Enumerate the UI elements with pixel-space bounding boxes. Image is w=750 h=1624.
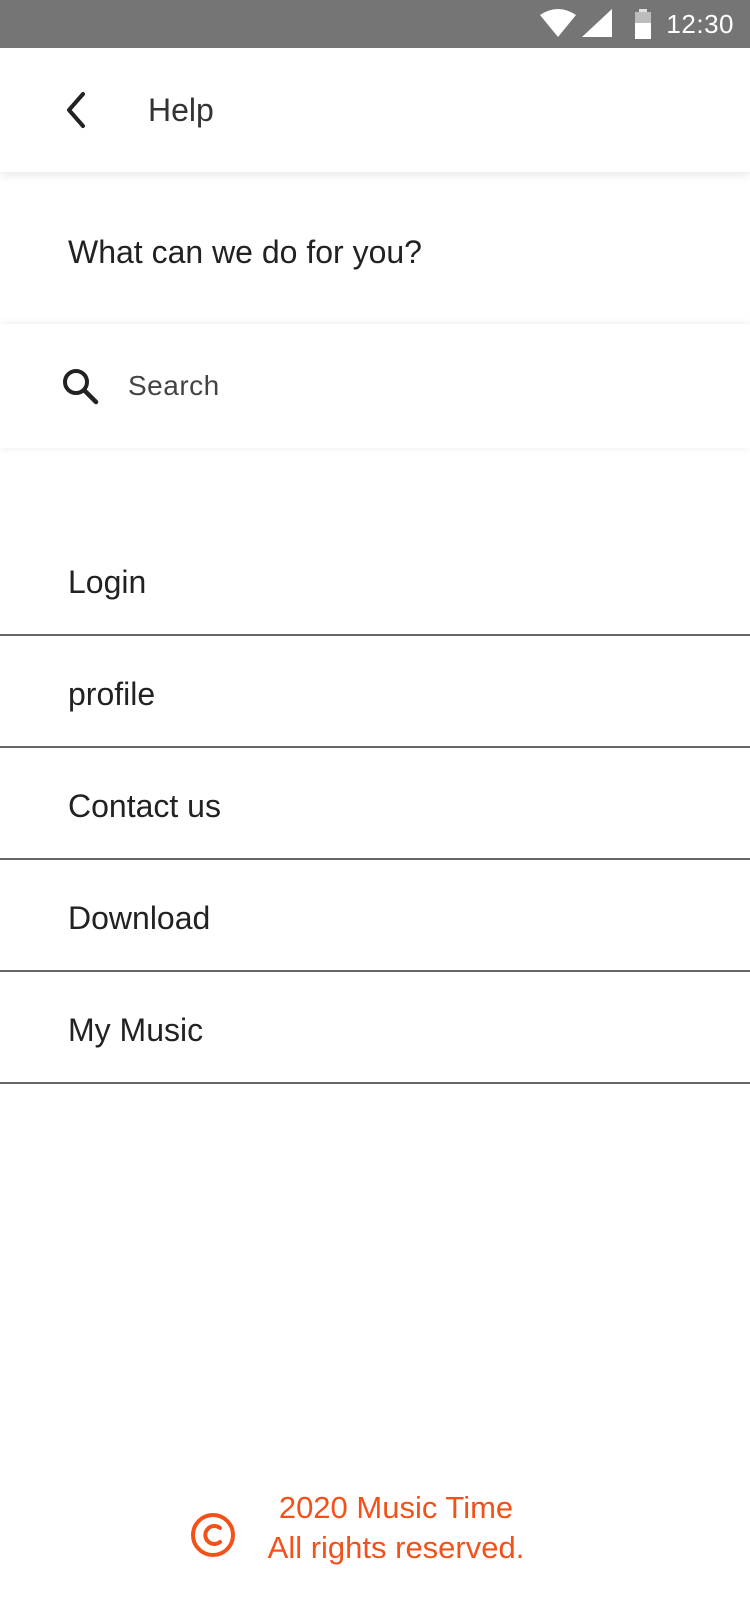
page-title: Help [148, 92, 214, 128]
chevron-left-icon [67, 92, 85, 128]
footer-text: 2020 Music Time All rights reserved. [246, 1488, 546, 1568]
help-item-download[interactable]: Download [0, 860, 750, 972]
help-prompt: What can we do for you? [68, 234, 422, 270]
help-item-profile[interactable]: profile [0, 636, 750, 748]
help-item-label: My Music [68, 1012, 204, 1048]
status-time: 12:30 [666, 8, 734, 39]
help-item-contact-us[interactable]: Contact us [0, 748, 750, 860]
help-item-login[interactable]: Login [0, 524, 750, 636]
help-item-label: Contact us [68, 788, 221, 824]
battery-icon [635, 9, 652, 39]
footer-line-2: All rights reserved. [267, 1530, 525, 1565]
status-icons: 12:30 [540, 0, 734, 48]
help-item-my-music[interactable]: My Music [0, 972, 750, 1084]
help-topics-list: Login profile Contact us Download My Mus… [0, 524, 750, 1084]
app-bar: Help [0, 48, 750, 172]
copyright-icon [191, 1513, 235, 1557]
search-icon[interactable] [60, 366, 100, 406]
help-item-label: Download [68, 900, 211, 936]
status-bar: 12:30 [0, 0, 750, 48]
wifi-icon [540, 9, 577, 37]
search-bar[interactable] [0, 324, 750, 448]
help-item-label: profile [68, 676, 156, 712]
footer: 2020 Music Time All rights reserved. [190, 1488, 590, 1578]
signal-icon [582, 9, 613, 37]
help-item-label: Login [68, 564, 147, 600]
footer-line-1: 2020 Music Time [278, 1490, 514, 1525]
search-input[interactable] [128, 356, 708, 416]
back-button[interactable] [48, 82, 104, 138]
